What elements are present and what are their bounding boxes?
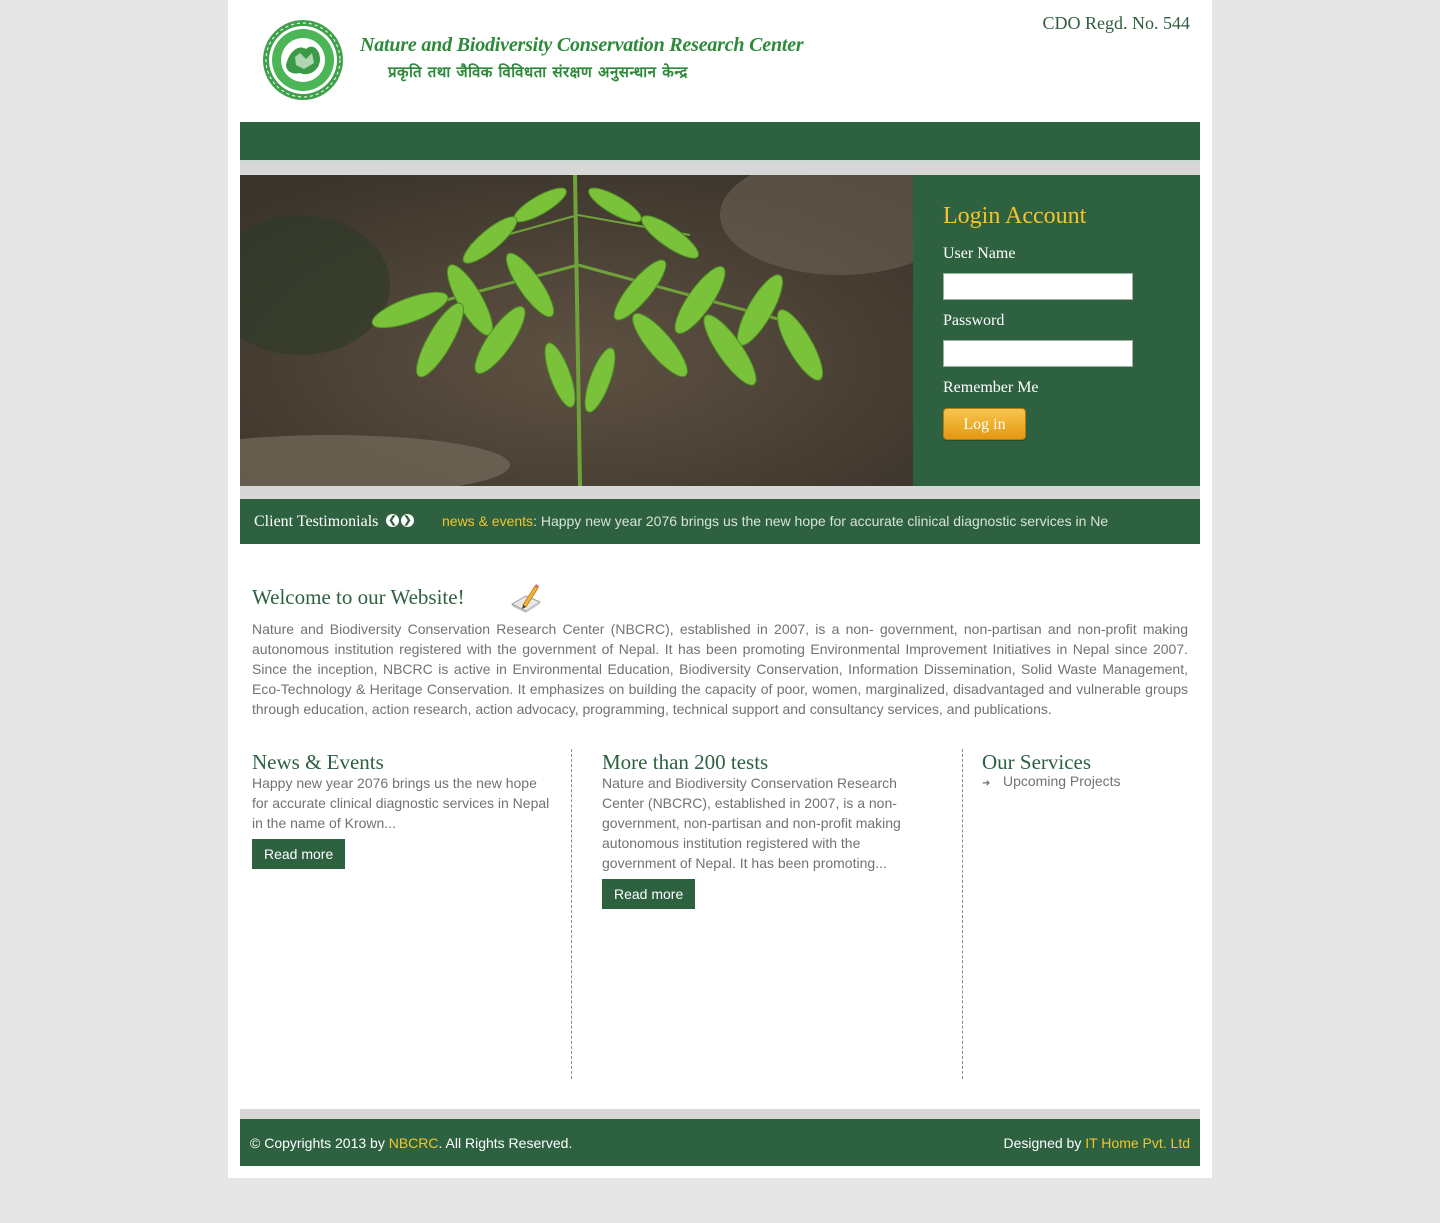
service-item-label: Upcoming Projects — [1003, 773, 1121, 789]
chevron-left-icon[interactable]: ❮ — [386, 514, 399, 527]
main-navigation-bar — [240, 122, 1200, 160]
testimonials-news-ticker-bar: Client Testimonials ❮ ❯ news & events: H… — [240, 499, 1200, 544]
chevron-right-icon[interactable]: ❯ — [401, 514, 414, 527]
designed-by-prefix: Designed by — [1003, 1135, 1086, 1151]
copyright-notice: © Copyrights 2013 by NBCRC. All Rights R… — [250, 1135, 572, 1151]
news-ticker-text[interactable]: news & events: Happy new year 2076 bring… — [442, 513, 1112, 529]
pencil-paper-icon — [510, 584, 542, 613]
organization-seal-logo[interactable] — [262, 19, 344, 101]
organization-name-english: Nature and Biodiversity Conservation Res… — [360, 34, 804, 56]
footer-bar: © Copyrights 2013 by NBCRC. All Rights R… — [240, 1119, 1200, 1166]
username-input[interactable] — [943, 273, 1133, 300]
news-events-title: News & Events — [252, 750, 384, 774]
remember-me-label[interactable]: Remember Me — [943, 379, 1039, 397]
copyright-prefix: © Copyrights 2013 by — [250, 1135, 389, 1151]
tests-excerpt: Nature and Biodiversity Conservation Res… — [602, 775, 901, 871]
welcome-description: Nature and Biodiversity Conservation Res… — [252, 621, 1188, 717]
username-label: User Name — [943, 245, 1016, 262]
news-events-excerpt: Happy new year 2076 brings us the new ho… — [252, 775, 550, 831]
page-container: Nature and Biodiversity Conservation Res… — [228, 0, 1212, 1178]
news-ticker-label: news & events — [442, 513, 534, 529]
password-label: Password — [943, 312, 1005, 329]
it-home-link[interactable]: IT Home Pvt. Ltd — [1085, 1135, 1190, 1151]
our-services-title: Our Services — [982, 750, 1092, 774]
banner-plant-photo — [240, 175, 913, 486]
copyright-suffix: . All Rights Reserved. — [438, 1135, 573, 1151]
password-input[interactable] — [943, 340, 1133, 367]
tests-read-more-button[interactable]: Read more — [602, 879, 696, 909]
news-ticker-message: : Happy new year 2076 brings us the new … — [533, 513, 1109, 529]
registration-number: CDO Regd. No. 544 — [1042, 13, 1191, 33]
welcome-title: Welcome to our Website! — [252, 585, 465, 609]
client-testimonials-title: Client Testimonials — [254, 513, 379, 530]
tests-title: More than 200 tests — [602, 750, 769, 774]
nbcrc-link[interactable]: NBCRC — [389, 1135, 439, 1151]
login-title: Login Account — [943, 203, 1087, 229]
news-read-more-button[interactable]: Read more — [252, 839, 346, 869]
login-button[interactable]: Log in — [943, 408, 1026, 440]
footer-shadow-divider — [240, 1109, 1200, 1119]
arrow-bullet-icon: ➜ — [982, 778, 991, 789]
designer-credit: Designed by IT Home Pvt. Ltd — [1004, 1135, 1191, 1151]
login-panel: Login Account User Name Password Remembe… — [913, 175, 1200, 486]
column-divider — [571, 749, 572, 1079]
column-divider — [962, 749, 963, 1079]
service-item-upcoming-projects[interactable]: ➜ Upcoming Projects — [982, 773, 1121, 789]
organization-name-nepali: प्रकृति तथा जैविक विविधता संरक्षण अनुसन्… — [388, 63, 688, 81]
